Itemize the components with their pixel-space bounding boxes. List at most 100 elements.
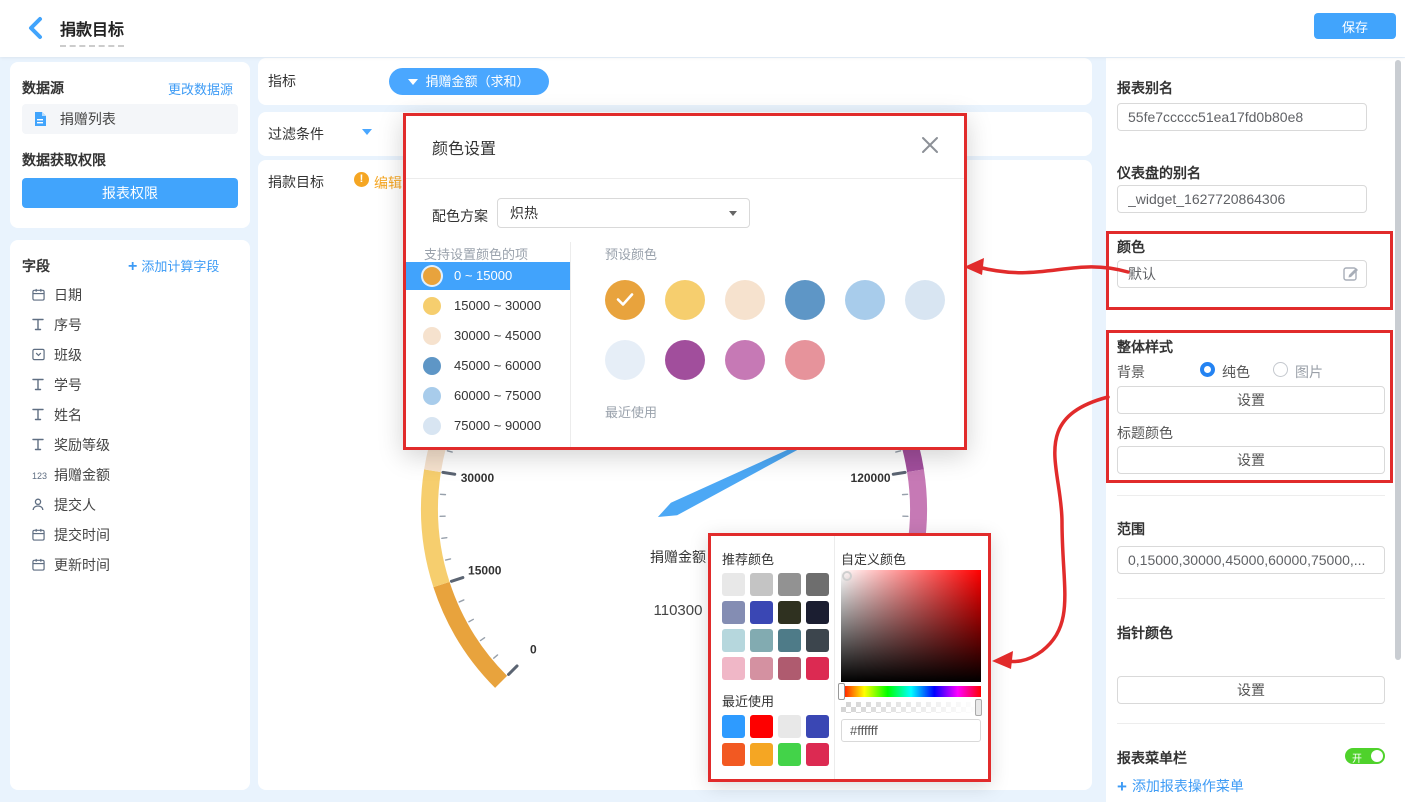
recent-color-swatch[interactable] — [722, 715, 745, 738]
recommended-color-swatch[interactable] — [722, 629, 745, 652]
metric-pill[interactable]: 捐赠金额（求和） — [389, 68, 549, 95]
recent-color-swatch[interactable] — [778, 715, 801, 738]
recent-color-swatch[interactable] — [778, 743, 801, 766]
field-label: 更新时间 — [54, 557, 110, 573]
recommended-color-swatch[interactable] — [750, 573, 773, 596]
back-icon[interactable] — [26, 16, 48, 40]
color-range-row[interactable]: 0 ~ 15000 — [406, 262, 570, 290]
alpha-slider[interactable] — [841, 702, 981, 713]
field-item[interactable]: 日期 — [10, 280, 250, 310]
color-range-row[interactable]: 75000 ~ 90000 — [406, 412, 570, 440]
custom-title: 自定义颜色 — [841, 549, 906, 568]
recommended-color-swatch[interactable] — [778, 573, 801, 596]
color-range-row[interactable]: 30000 ~ 45000 — [406, 322, 570, 350]
recommended-color-swatch[interactable] — [806, 657, 829, 680]
add-report-menu-link[interactable]: +添加报表操作菜单 — [1117, 776, 1244, 797]
recent-color-swatch[interactable] — [750, 715, 773, 738]
radio-solid-color[interactable] — [1200, 362, 1215, 377]
field-item[interactable]: 提交人 — [10, 490, 250, 520]
recent-title: 最近使用 — [605, 402, 657, 421]
recommended-color-swatch[interactable] — [778, 657, 801, 680]
field-item[interactable]: 序号 — [10, 310, 250, 340]
divider — [1117, 723, 1385, 724]
field-label: 提交人 — [54, 497, 96, 513]
radio-image[interactable] — [1273, 362, 1288, 377]
recent-color-swatch[interactable] — [750, 743, 773, 766]
gauge-tick — [469, 619, 473, 621]
hue-handle[interactable] — [838, 683, 845, 700]
color-settings-modal: 颜色设置 配色方案 炽热 支持设置颜色的项 0 ~ 1500015000 ~ 3… — [403, 113, 967, 450]
chevron-down-icon — [729, 211, 737, 216]
preset-color-swatch[interactable] — [605, 340, 645, 380]
image-label: 图片 — [1295, 362, 1323, 382]
color-range-row[interactable]: 15000 ~ 30000 — [406, 292, 570, 320]
preset-color-swatch[interactable] — [665, 340, 705, 380]
preset-color-swatch[interactable] — [725, 340, 765, 380]
gauge-metric-name: 捐赠金额 — [650, 549, 706, 565]
gauge-tick — [443, 472, 455, 474]
recommended-color-swatch[interactable] — [778, 601, 801, 624]
menu-toggle-on[interactable]: 开 — [1345, 748, 1385, 764]
gauge-tick — [480, 638, 484, 641]
preset-color-swatch[interactable] — [785, 340, 825, 380]
preset-color-swatch[interactable] — [665, 280, 705, 320]
recommended-color-swatch[interactable] — [750, 657, 773, 680]
recommended-color-swatch[interactable] — [806, 573, 829, 596]
color-range-row[interactable]: 60000 ~ 75000 — [406, 382, 570, 410]
alpha-handle[interactable] — [975, 699, 982, 716]
recommended-color-swatch[interactable] — [722, 573, 745, 596]
recommended-color-swatch[interactable] — [750, 629, 773, 652]
fields-card: 字段 +添加计算字段 日期序号班级学号姓名奖励等级123捐赠金额提交人提交时间更… — [10, 240, 250, 790]
field-item[interactable]: 123捐赠金额 — [10, 460, 250, 490]
preset-color-swatch[interactable] — [845, 280, 885, 320]
save-button[interactable]: 保存 — [1314, 13, 1396, 39]
field-item[interactable]: 提交时间 — [10, 520, 250, 550]
edit-link[interactable]: 编辑 — [374, 173, 402, 193]
recommended-color-swatch[interactable] — [778, 629, 801, 652]
title-color-setting-button[interactable]: 设置 — [1117, 446, 1385, 474]
change-datasource-link[interactable]: 更改数据源 — [168, 79, 233, 98]
preset-color-swatch[interactable] — [785, 280, 825, 320]
panel-scrollbar[interactable] — [1395, 60, 1401, 660]
recommended-grid — [722, 573, 832, 680]
preset-color-swatch[interactable] — [605, 280, 645, 320]
recommended-color-swatch[interactable] — [722, 601, 745, 624]
gauge-tick — [447, 451, 452, 452]
widget-alias-input[interactable] — [1117, 185, 1367, 213]
preset-color-swatch[interactable] — [905, 280, 945, 320]
field-item[interactable]: 班级 — [10, 340, 250, 370]
color-range-row[interactable]: 45000 ~ 60000 — [406, 352, 570, 380]
gauge-value: 110300 — [654, 602, 703, 619]
scheme-select[interactable]: 炽热 — [497, 198, 750, 228]
pointer-color-setting-button[interactable]: 设置 — [1117, 676, 1385, 704]
hex-color-input[interactable] — [841, 719, 981, 742]
preset-color-swatch[interactable] — [725, 280, 765, 320]
saturation-square[interactable] — [841, 570, 981, 682]
hue-slider[interactable] — [841, 686, 981, 697]
recommended-color-swatch[interactable] — [806, 629, 829, 652]
edit-icon[interactable] — [1343, 265, 1359, 281]
report-alias-input[interactable] — [1117, 103, 1367, 131]
recent-color-swatch[interactable] — [722, 743, 745, 766]
range-input[interactable] — [1117, 546, 1385, 574]
background-label: 背景 — [1117, 362, 1145, 382]
chevron-down-icon — [408, 79, 418, 85]
color-input[interactable] — [1117, 260, 1367, 288]
recent-color-swatch[interactable] — [806, 743, 829, 766]
field-item[interactable]: 更新时间 — [10, 550, 250, 580]
recommended-color-swatch[interactable] — [750, 601, 773, 624]
report-permission-button[interactable]: 报表权限 — [22, 178, 238, 208]
close-icon[interactable] — [919, 134, 941, 156]
field-label: 班级 — [54, 347, 82, 363]
add-calc-field-link[interactable]: +添加计算字段 — [128, 256, 219, 276]
field-item[interactable]: 姓名 — [10, 400, 250, 430]
gauge-tick-label: 0 — [530, 643, 537, 657]
recommended-color-swatch[interactable] — [722, 657, 745, 680]
field-item[interactable]: 学号 — [10, 370, 250, 400]
datasource-item[interactable]: 捐赠列表 — [22, 104, 238, 134]
background-setting-button[interactable]: 设置 — [1117, 386, 1385, 414]
field-item[interactable]: 奖励等级 — [10, 430, 250, 460]
recommended-color-swatch[interactable] — [806, 601, 829, 624]
saturation-handle[interactable] — [842, 571, 852, 581]
recent-color-swatch[interactable] — [806, 715, 829, 738]
